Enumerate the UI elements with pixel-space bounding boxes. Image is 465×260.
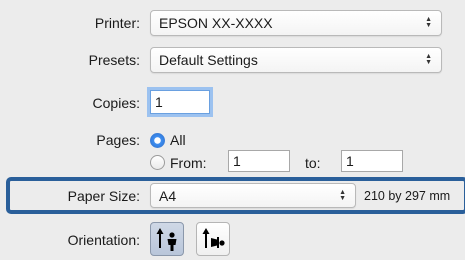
printer-value: EPSON XX-XXXX [159, 15, 273, 31]
pages-label: Pages: [96, 132, 140, 148]
copies-label: Copies: [92, 95, 140, 111]
copies-field[interactable]: 1 [150, 90, 210, 114]
up-down-arrows-icon: ▲ ▼ [425, 53, 432, 66]
printer-popup[interactable]: EPSON XX-XXXX ▲ ▼ [150, 10, 442, 36]
presets-value: Default Settings [159, 52, 258, 68]
orientation-portrait-button[interactable] [150, 222, 184, 256]
pages-from-radio[interactable] [150, 155, 165, 170]
paper-size-dimensions: 210 by 297 mm [364, 189, 451, 203]
presets-popup[interactable]: Default Settings ▲ ▼ [150, 47, 442, 73]
presets-label: Presets: [88, 52, 140, 68]
orientation-label: Orientation: [67, 232, 140, 248]
paper-size-label: Paper Size: [67, 188, 140, 204]
portrait-icon [156, 228, 177, 251]
pages-to-label: to: [305, 155, 321, 171]
orientation-landscape-button[interactable] [196, 222, 230, 256]
printer-label: Printer: [94, 15, 140, 31]
pages-to-field[interactable]: 1 [341, 150, 403, 172]
pages-from-label: From: [170, 155, 207, 171]
pages-all-radio[interactable] [150, 133, 165, 148]
pages-all-label: All [170, 132, 186, 148]
paper-size-value: A4 [159, 187, 177, 204]
landscape-icon [202, 228, 225, 248]
pages-from-field[interactable]: 1 [228, 150, 290, 172]
paper-size-popup[interactable]: A4 ▲ ▼ [150, 183, 356, 208]
up-down-arrows-icon: ▲ ▼ [425, 16, 432, 29]
up-down-arrows-icon: ▲ ▼ [339, 188, 346, 202]
